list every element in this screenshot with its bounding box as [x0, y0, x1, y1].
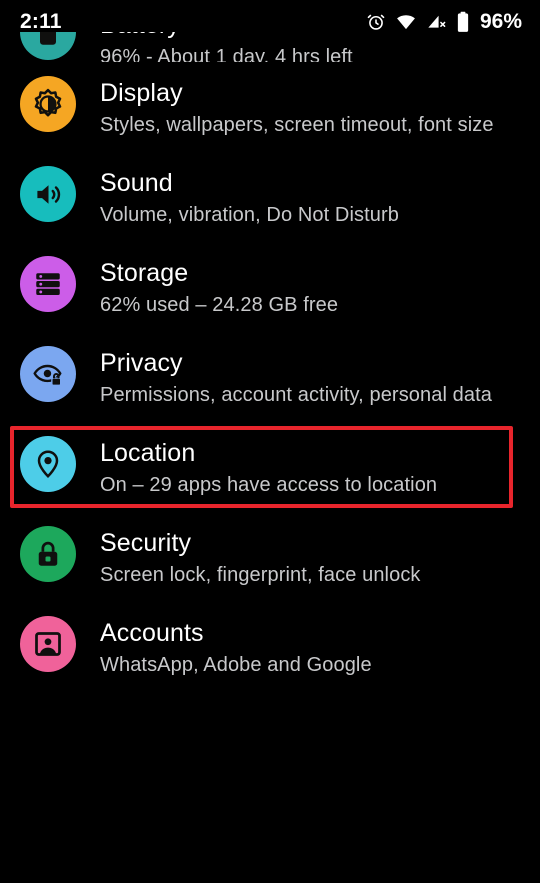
settings-screen: 2:11 96% 96% - About 1 day, 4 hrs left D… — [0, 0, 540, 883]
mobile-signal-off-icon — [426, 12, 447, 32]
contact-card-icon — [20, 616, 76, 672]
alarm-icon — [366, 12, 386, 32]
settings-row-summary: Permissions, account activity, personal … — [100, 384, 492, 406]
settings-row-text: Security Screen lock, fingerprint, face … — [100, 526, 512, 588]
settings-row-summary: 62% used – 24.28 GB free — [100, 294, 339, 316]
status-bar-clock: 2:11 — [20, 10, 62, 33]
wifi-icon — [395, 12, 417, 32]
settings-row-display[interactable]: Display Styles, wallpapers, screen timeo… — [0, 62, 540, 152]
settings-row-text: Display Styles, wallpapers, screen timeo… — [100, 76, 512, 138]
settings-row-sound[interactable]: Sound Volume, vibration, Do Not Disturb — [0, 152, 540, 242]
settings-row-accounts[interactable]: Accounts WhatsApp, Adobe and Google — [0, 602, 540, 692]
settings-row-location[interactable]: Location On – 29 apps have access to loc… — [0, 422, 540, 512]
settings-row-summary: Volume, vibration, Do Not Disturb — [100, 204, 399, 226]
eye-lock-icon — [20, 346, 76, 402]
battery-icon — [456, 11, 470, 33]
settings-row-text: Privacy Permissions, account activity, p… — [100, 346, 512, 408]
settings-row-summary: Styles, wallpapers, screen timeout, font… — [100, 114, 494, 136]
settings-row-title: Display — [100, 79, 183, 107]
settings-row-text: Location On – 29 apps have access to loc… — [100, 436, 512, 498]
status-bar-icons: 96% — [366, 10, 522, 34]
storage-stack-icon — [20, 256, 76, 312]
settings-row-title: Accounts — [100, 619, 204, 647]
settings-list[interactable]: Battery 96% - About 1 day, 4 hrs left Di… — [0, 32, 540, 692]
brightness-icon — [20, 76, 76, 132]
settings-row-title: Location — [100, 439, 196, 467]
settings-row-summary: Screen lock, fingerprint, face unlock — [100, 564, 421, 586]
settings-row-text: Accounts WhatsApp, Adobe and Google — [100, 616, 512, 678]
status-bar-battery-percent: 96% — [479, 10, 522, 33]
settings-row-text: Sound Volume, vibration, Do Not Disturb — [100, 166, 512, 228]
speaker-icon — [20, 166, 76, 222]
settings-row-storage[interactable]: Storage 62% used – 24.28 GB free — [0, 242, 540, 332]
padlock-icon — [20, 526, 76, 582]
settings-row-privacy[interactable]: Privacy Permissions, account activity, p… — [0, 332, 540, 422]
location-pin-icon — [20, 436, 76, 492]
settings-row-security[interactable]: Security Screen lock, fingerprint, face … — [0, 512, 540, 602]
settings-row-text: Storage 62% used – 24.28 GB free — [100, 256, 512, 318]
settings-row-title: Sound — [100, 169, 173, 197]
settings-row-title: Storage — [100, 259, 189, 287]
settings-row-summary: On – 29 apps have access to location — [100, 474, 438, 496]
settings-row-title: Privacy — [100, 349, 183, 377]
settings-row-summary: WhatsApp, Adobe and Google — [100, 654, 372, 676]
status-bar: 2:11 96% — [0, 0, 540, 44]
settings-row-summary: 96% - About 1 day, 4 hrs left — [100, 46, 353, 62]
settings-row-title: Security — [100, 529, 192, 557]
